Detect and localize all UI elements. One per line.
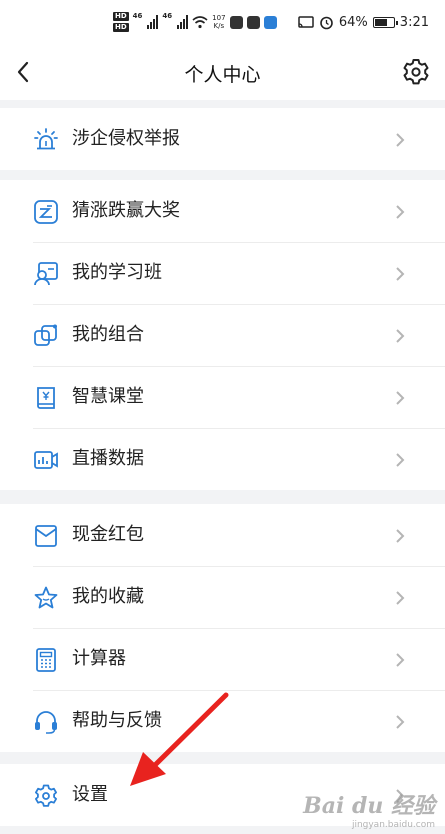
menu-item-help[interactable]: 帮助与反馈 bbox=[0, 690, 445, 752]
back-icon[interactable] bbox=[12, 58, 36, 86]
page-title: 个人中心 bbox=[184, 64, 261, 86]
menu-item-report[interactable]: 涉企侵权举报 bbox=[0, 108, 445, 170]
menu-item-smart-class[interactable]: 智慧课堂 bbox=[0, 366, 445, 428]
net-speed-unit: K/s bbox=[213, 22, 225, 30]
menu-item-label: 计算器 bbox=[72, 648, 126, 669]
menu-group-learning: 猜涨跌赢大奖 我的学习班 我的组合 智慧课堂 直播数据 bbox=[0, 180, 445, 490]
menu-item-label: 智慧课堂 bbox=[72, 386, 144, 407]
headset-icon bbox=[35, 711, 57, 734]
gear-icon bbox=[35, 784, 57, 807]
app-notification-icon bbox=[246, 15, 260, 29]
menu-item-label: 设置 bbox=[72, 784, 108, 805]
clock: 3:21 bbox=[399, 15, 429, 30]
cast-icon bbox=[298, 16, 314, 28]
alarm-icon bbox=[34, 128, 58, 150]
menu-item-label: 我的组合 bbox=[72, 324, 144, 345]
menu-item-portfolio[interactable]: 我的组合 bbox=[0, 304, 445, 366]
menu-item-label: 直播数据 bbox=[72, 448, 144, 469]
app-notification-icon bbox=[263, 15, 277, 29]
chevron-right-icon bbox=[396, 653, 405, 667]
signal-label: 46 bbox=[162, 12, 173, 20]
wifi-icon bbox=[192, 16, 208, 29]
chevron-right-icon bbox=[396, 591, 405, 605]
star-icon bbox=[34, 586, 58, 609]
watermark-brand: Bai du 经验 bbox=[303, 793, 435, 819]
menu-item-label: 我的学习班 bbox=[72, 262, 162, 283]
chevron-right-icon bbox=[396, 267, 405, 281]
net-speed-value: 107 bbox=[212, 14, 226, 22]
menu-item-label: 帮助与反馈 bbox=[72, 710, 162, 731]
menu-group-report: 涉企侵权举报 bbox=[0, 108, 445, 170]
hd-badge: HD bbox=[113, 23, 129, 32]
menu-item-guess[interactable]: 猜涨跌赢大奖 bbox=[0, 180, 445, 242]
menu-item-favorites[interactable]: 我的收藏 bbox=[0, 566, 445, 628]
watermark: Bai du 经验 jingyan.baidu.com bbox=[303, 788, 435, 830]
menu-item-label: 猜涨跌赢大奖 bbox=[72, 200, 180, 221]
portfolio-icon bbox=[34, 324, 57, 346]
signal-icon bbox=[177, 15, 189, 29]
status-left: HD HD 46 46 107 K/s bbox=[113, 12, 277, 32]
signal-icon bbox=[147, 15, 159, 29]
settings-gear-icon[interactable] bbox=[401, 57, 431, 87]
chevron-right-icon bbox=[396, 529, 405, 543]
calculator-icon bbox=[36, 648, 56, 672]
chevron-right-icon bbox=[396, 391, 405, 405]
menu-item-live-data[interactable]: 直播数据 bbox=[0, 428, 445, 490]
battery-percent: 64% bbox=[338, 15, 368, 30]
status-bar: HD HD 46 46 107 K/s 64% 3:21 bbox=[0, 0, 445, 46]
status-right: 64% 3:21 bbox=[298, 15, 429, 30]
chevron-right-icon bbox=[396, 715, 405, 729]
net-speed: 107 K/s bbox=[212, 14, 225, 30]
alarm-clock-icon bbox=[320, 16, 333, 30]
hd-indicators: HD HD bbox=[113, 12, 129, 32]
signal-label: 46 bbox=[132, 12, 143, 20]
chevron-right-icon bbox=[396, 133, 405, 147]
menu-item-label: 现金红包 bbox=[72, 524, 144, 545]
nav-header: 个人中心 bbox=[0, 46, 445, 100]
live-data-icon bbox=[34, 451, 58, 469]
red-packet-icon bbox=[35, 525, 57, 547]
menu-item-label: 我的收藏 bbox=[72, 586, 144, 607]
hd-badge: HD bbox=[113, 12, 129, 21]
menu-item-calculator[interactable]: 计算器 bbox=[0, 628, 445, 690]
app-notification-icon bbox=[229, 15, 243, 29]
watermark-url: jingyan.baidu.com bbox=[351, 820, 435, 830]
book-icon bbox=[37, 387, 55, 409]
menu-group-tools: 现金红包 我的收藏 计算器 帮助与反馈 bbox=[0, 504, 445, 752]
menu-item-study-class[interactable]: 我的学习班 bbox=[0, 242, 445, 304]
student-icon bbox=[34, 262, 58, 286]
menu-item-red-packet[interactable]: 现金红包 bbox=[0, 504, 445, 566]
trend-icon bbox=[34, 200, 58, 224]
chevron-right-icon bbox=[396, 329, 405, 343]
menu-item-label: 涉企侵权举报 bbox=[72, 128, 180, 149]
chevron-right-icon bbox=[396, 453, 405, 467]
battery-icon bbox=[372, 17, 398, 28]
chevron-right-icon bbox=[396, 205, 405, 219]
